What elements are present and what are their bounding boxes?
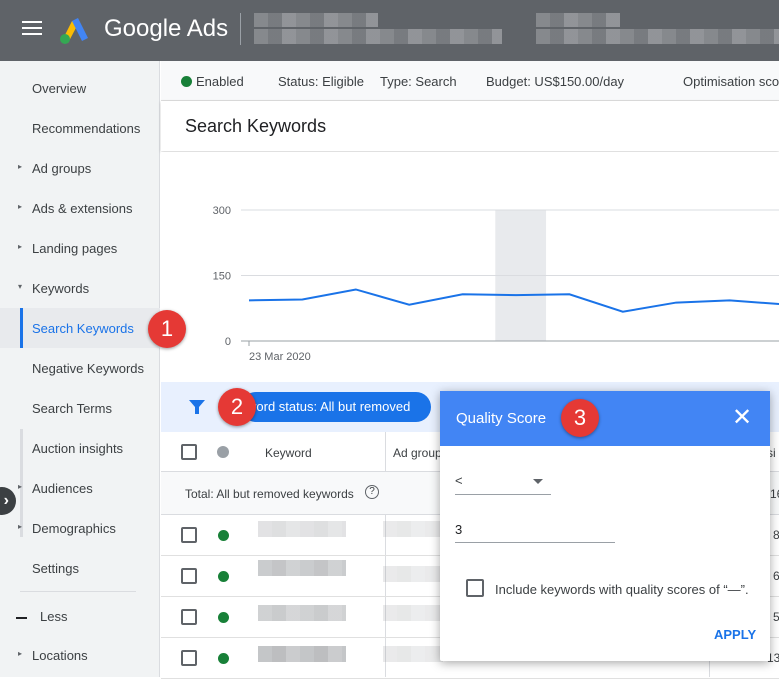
enabled-status[interactable]: Enabled xyxy=(181,74,244,89)
sidebar-item-search-terms[interactable]: Search Terms xyxy=(0,388,160,428)
sidebar-item-audiences[interactable]: ▸ Audiences xyxy=(0,468,160,508)
page-header: Search Keywords xyxy=(161,101,779,151)
y-tick-label: 150 xyxy=(213,271,231,283)
app-title: Google Ads xyxy=(104,15,229,42)
redacted-ad-group xyxy=(383,605,443,621)
close-icon[interactable]: ✕ xyxy=(732,405,752,431)
hamburger-menu-icon[interactable] xyxy=(22,21,42,37)
redacted-account-name xyxy=(254,13,378,27)
caret-right-icon: ▸ xyxy=(18,522,23,531)
dialog-header: Quality Score ✕ xyxy=(440,391,770,446)
row-value: 8 xyxy=(773,528,779,542)
redacted-keyword xyxy=(258,560,346,576)
row-checkbox[interactable] xyxy=(181,568,197,584)
redacted-keyword xyxy=(258,605,346,621)
status-column-dot-icon xyxy=(217,446,229,458)
sidebar-item-ad-groups[interactable]: ▸ Ad groups xyxy=(0,148,160,188)
include-dash-label: Include keywords with quality scores of … xyxy=(495,582,749,597)
redacted-account-id xyxy=(254,29,502,44)
sidebar-item-ads-extensions[interactable]: ▸ Ads & extensions xyxy=(0,188,160,228)
filter-funnel-icon[interactable] xyxy=(189,399,205,415)
sidebar-less-toggle[interactable]: Less xyxy=(0,596,160,636)
caret-right-icon: ▸ xyxy=(18,482,23,491)
enabled-dot-icon xyxy=(218,653,229,664)
caret-right-icon: ▸ xyxy=(18,202,23,211)
redacted-ad-group xyxy=(383,646,443,662)
sidebar-item-negative-keywords[interactable]: Negative Keywords xyxy=(0,348,160,388)
annotation-badge-1: 1 xyxy=(148,310,186,348)
operator-select[interactable]: < xyxy=(455,471,551,495)
x-start-label: 23 Mar 2020 xyxy=(249,351,311,363)
redacted-ad-group xyxy=(383,521,443,537)
caret-right-icon: ▸ xyxy=(18,162,23,171)
sidebar-item-overview[interactable]: Overview xyxy=(0,68,160,108)
enabled-dot-icon xyxy=(218,571,229,582)
sidebar-item-recommendations[interactable]: Recommendations xyxy=(0,108,160,148)
performance-chart: 300 150 0 23 Mar 2020 xyxy=(161,152,779,382)
caret-right-icon: ▸ xyxy=(18,242,23,251)
sidebar-item-demographics[interactable]: ▸ Demographics xyxy=(0,508,160,548)
enabled-dot-icon xyxy=(181,76,192,87)
row-checkbox[interactable] xyxy=(181,650,197,666)
dropdown-arrow-icon xyxy=(533,479,543,484)
redacted-campaign-name xyxy=(536,13,620,27)
sidebar-item-landing-pages[interactable]: ▸ Landing pages xyxy=(0,228,160,268)
keyword-status-filter-chip[interactable]: word status: All but removed xyxy=(241,392,431,422)
caret-right-icon: ▸ xyxy=(18,649,23,658)
sidebar-item-auction-insights[interactable]: Auction insights xyxy=(0,428,160,468)
redacted-ad-group xyxy=(383,566,443,582)
operator-value: < xyxy=(455,473,463,488)
annotation-badge-3: 3 xyxy=(561,399,599,437)
select-all-checkbox[interactable] xyxy=(181,444,197,460)
dialog-title: Quality Score xyxy=(456,410,547,427)
campaign-type: Type: Search xyxy=(380,74,457,89)
sidebar-item-settings[interactable]: Settings xyxy=(0,548,160,588)
y-tick-label: 0 xyxy=(225,336,231,348)
total-value: 16 xyxy=(770,487,779,501)
line-chart-svg: 300 150 0 23 Mar 2020 xyxy=(213,205,779,363)
row-checkbox[interactable] xyxy=(181,609,197,625)
column-header-ad-group[interactable]: Ad group xyxy=(393,446,442,460)
quality-score-filter-dialog: Quality Score ✕ < Include keywords with … xyxy=(440,391,770,661)
y-tick-label: 300 xyxy=(213,205,231,217)
caret-down-icon: ▾ xyxy=(18,282,23,291)
header-divider xyxy=(240,13,241,45)
row-value: 5 xyxy=(773,610,779,624)
sidebar-item-keywords[interactable]: ▾ Keywords xyxy=(0,268,160,308)
enabled-dot-icon xyxy=(218,530,229,541)
page-title: Search Keywords xyxy=(185,116,327,136)
total-label: Total: All but removed keywords xyxy=(185,487,354,501)
column-header-keyword[interactable]: Keyword xyxy=(265,446,312,460)
redacted-keyword xyxy=(258,646,346,662)
help-icon[interactable]: ? xyxy=(365,485,379,499)
enabled-dot-icon xyxy=(218,612,229,623)
sidebar-item-locations[interactable]: ▸ Locations xyxy=(0,635,160,675)
google-ads-logo-icon xyxy=(60,18,88,44)
optimisation-score[interactable]: Optimisation sco xyxy=(683,74,779,89)
include-dash-checkbox[interactable] xyxy=(466,579,484,597)
eligibility-status: Status: Eligible xyxy=(278,74,364,89)
sidebar-divider xyxy=(20,591,136,592)
apply-button[interactable]: APPLY xyxy=(714,627,756,642)
campaign-budget[interactable]: Budget: US$150.00/day xyxy=(486,74,624,89)
annotation-badge-2: 2 xyxy=(218,388,256,426)
top-bar: Google Ads xyxy=(0,0,779,61)
row-checkbox[interactable] xyxy=(181,527,197,543)
quality-score-input[interactable] xyxy=(455,517,615,543)
row-value: 6 xyxy=(773,569,779,583)
redacted-campaign-detail xyxy=(536,29,779,44)
campaign-status-bar: Enabled Status: Eligible Type: Search Bu… xyxy=(161,61,779,101)
sidebar-item-search-keywords[interactable]: Search Keywords xyxy=(0,308,160,348)
redacted-keyword xyxy=(258,521,346,537)
sidebar: Overview Recommendations ▸ Ad groups ▸ Ads… xyxy=(0,61,160,677)
